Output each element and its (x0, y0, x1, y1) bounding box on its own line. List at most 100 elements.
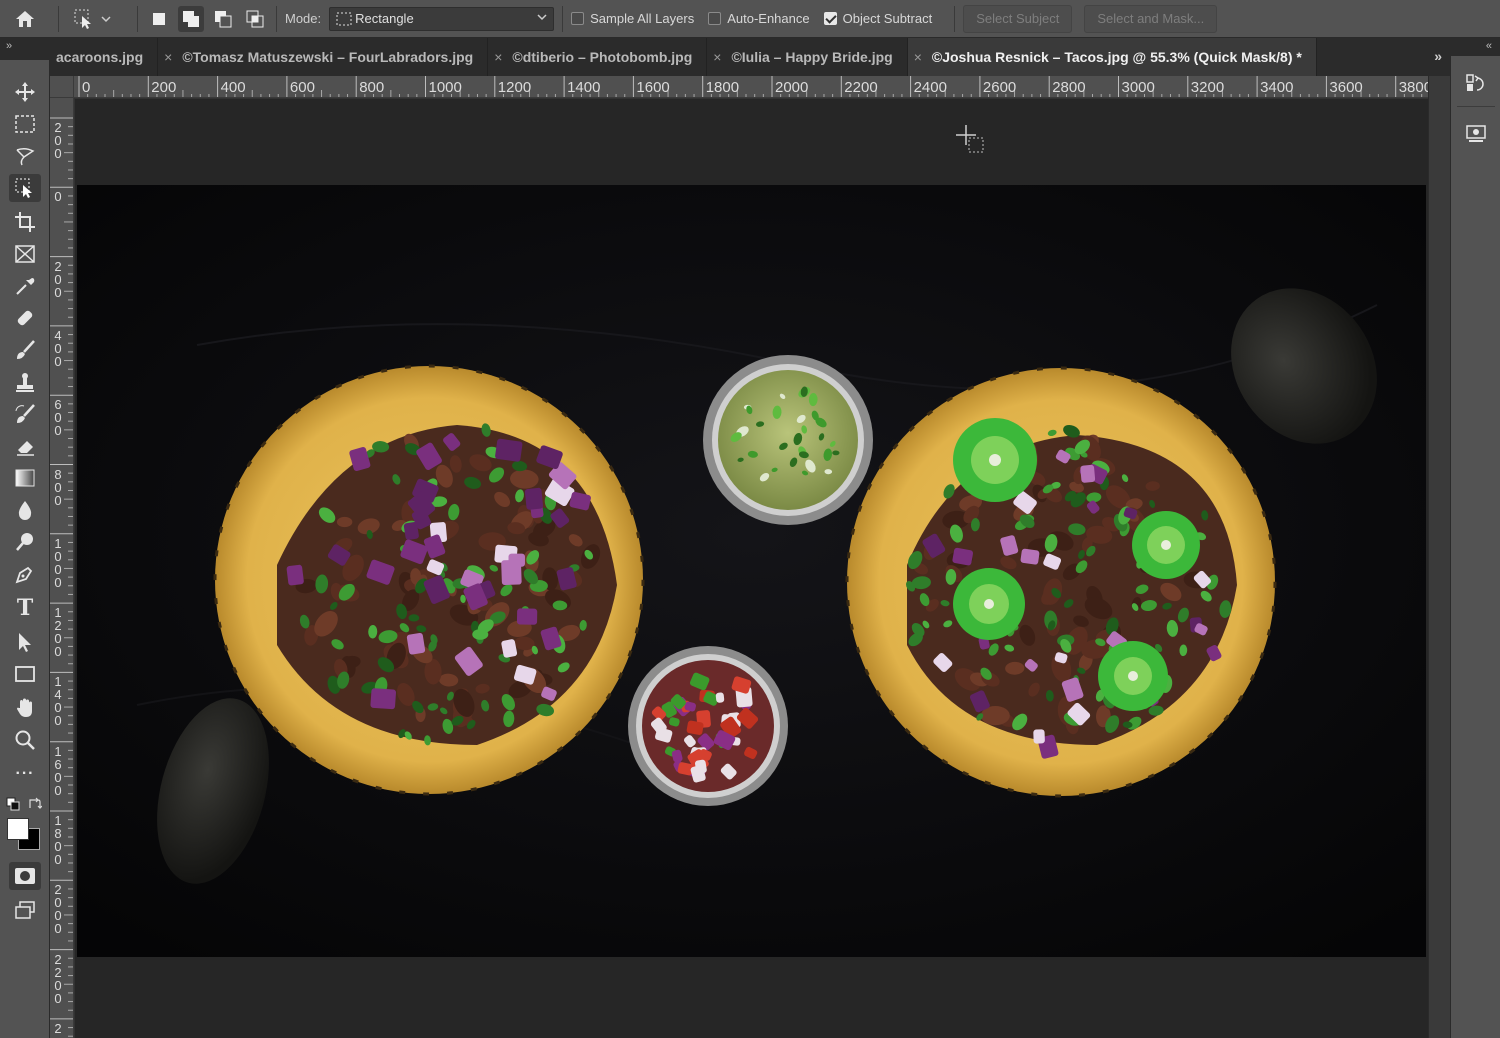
checkbox-box[interactable] (571, 12, 585, 25)
divider (58, 5, 59, 32)
dodge-tool-icon (16, 533, 33, 551)
ruler-label: 600 (289, 79, 315, 96)
document-tab[interactable]: acaroons.jpg (50, 38, 159, 76)
checkbox-box[interactable] (823, 12, 837, 25)
path-selection-tool[interactable] (9, 628, 41, 656)
sample-all-layers-checkbox[interactable]: Sample All Layers (571, 11, 694, 26)
object-selection-tool[interactable] (9, 174, 41, 202)
taco-right (845, 366, 1277, 798)
home-icon (16, 10, 34, 27)
rectangle-tool[interactable] (9, 660, 41, 688)
object-subtract-checkbox[interactable]: Object Subtract (823, 11, 932, 26)
tabs-overflow-icon[interactable]: » (1434, 48, 1442, 64)
clone-stamp-tool[interactable] (9, 368, 41, 396)
document-tab[interactable]: × ©Tomasz Matuszewski – FourLabradors.jpg (158, 38, 489, 76)
rectangle-tool-icon (15, 666, 35, 682)
move-tool[interactable] (9, 78, 41, 106)
document-tab-active[interactable]: × ©Joshua Resnick – Tacos.jpg @ 55.3% (Qu… (907, 38, 1317, 76)
hand-tool-icon (17, 698, 32, 717)
garnish-piece (695, 759, 707, 774)
document-tab[interactable]: × ©dtiberio – Photobomb.jpg (488, 38, 708, 76)
crop-tool-icon (15, 212, 35, 232)
ruler-origin[interactable] (50, 76, 74, 98)
more-tools-icon: ··· (15, 765, 35, 782)
add-to-selection-button[interactable] (178, 5, 204, 32)
canvas-area[interactable] (75, 99, 1428, 1038)
garnish-piece (516, 608, 538, 625)
object-selection-cursor-icon (956, 125, 984, 153)
select-subject-button[interactable]: Select Subject (963, 4, 1073, 33)
new-selection-icon (153, 12, 165, 25)
healing-brush-tool-icon (17, 310, 33, 326)
tab-close-icon[interactable]: × (494, 49, 502, 65)
gradient-tool-icon (15, 469, 35, 487)
home-button[interactable] (0, 0, 50, 38)
subtract-from-selection-button[interactable] (210, 6, 236, 32)
document-tab[interactable]: × ©Iulia – Happy Bride.jpg (707, 38, 908, 76)
tab-close-icon[interactable]: × (914, 49, 922, 65)
left-panel-collapse[interactable]: » (0, 38, 50, 60)
ruler-label: 3200 (1190, 79, 1225, 96)
auto-enhance-checkbox[interactable]: Auto-Enhance (708, 11, 810, 26)
mode-select[interactable]: Rectangle (329, 6, 555, 31)
eraser-tool[interactable] (9, 432, 41, 460)
tab-close-icon[interactable]: × (164, 49, 172, 65)
eyedropper-tool-icon (16, 278, 35, 295)
history-brush-tool[interactable] (9, 400, 41, 428)
quick-mask-icon (15, 868, 35, 884)
brush-tool-icon (17, 340, 35, 359)
pico-de-gallo-bowl (628, 646, 788, 806)
eyedropper-tool[interactable] (9, 272, 41, 300)
chevron-down-icon (537, 13, 547, 20)
ruler-label: 1400 (567, 79, 601, 96)
tab-label: acaroons.jpg (56, 49, 144, 65)
screen-mode-button[interactable] (9, 896, 41, 924)
pen-tool[interactable] (9, 560, 41, 588)
horizontal-ruler[interactable]: 0 200 400 600 800 1000 1200 1400 1600 1800 2000 220… (74, 76, 1428, 98)
new-selection-button[interactable] (146, 6, 172, 32)
libraries-panel-button[interactable] (1463, 120, 1489, 146)
tab-label: ©Joshua Resnick – Tacos.jpg @ 55.3% (Qui… (931, 49, 1302, 65)
vertical-ruler[interactable]: 2000200400600800100012001400160018002000… (50, 98, 74, 1038)
garnish-piece (1020, 548, 1040, 565)
garnish-piece (495, 438, 523, 462)
taco-left (213, 364, 645, 796)
ruler-label: 800 (359, 79, 385, 96)
tool-preset-picker[interactable] (67, 8, 129, 30)
zoom-tool[interactable] (9, 726, 41, 754)
divider (137, 5, 138, 32)
move-tool-icon (15, 82, 35, 102)
quick-mask-button[interactable] (9, 862, 41, 890)
frame-tool-icon (15, 245, 35, 263)
right-panel-collapse[interactable]: « (1450, 38, 1500, 56)
more-tools-button[interactable]: ··· (9, 760, 41, 788)
ruler-label: 0 (82, 79, 91, 96)
healing-brush-tool[interactable] (9, 304, 41, 332)
libraries-panel-icon (1466, 125, 1486, 142)
frame-tool[interactable] (9, 240, 41, 268)
type-tool[interactable]: T (9, 594, 41, 622)
swap-colors-icon[interactable] (28, 797, 42, 811)
tab-label: ©dtiberio – Photobomb.jpg (512, 49, 693, 65)
document-canvas[interactable] (77, 185, 1426, 957)
tab-close-icon[interactable]: × (713, 49, 721, 65)
garnish-piece (370, 688, 396, 710)
intersect-selection-button[interactable] (242, 6, 268, 32)
divider (276, 5, 277, 32)
brush-tool[interactable] (9, 336, 41, 364)
checkbox-box[interactable] (708, 12, 722, 25)
crop-tool[interactable] (9, 208, 41, 236)
marquee-tool-icon (15, 115, 35, 133)
foreground-color-swatch[interactable] (7, 818, 29, 840)
history-panel-button[interactable] (1463, 70, 1489, 96)
gradient-tool[interactable] (9, 464, 41, 492)
hand-tool[interactable] (9, 694, 41, 722)
marquee-tool[interactable] (9, 110, 41, 138)
vertical-scroll-gutter[interactable] (1428, 76, 1450, 1038)
select-and-mask-button[interactable]: Select and Mask... (1084, 4, 1218, 33)
dodge-tool[interactable] (9, 528, 41, 556)
default-colors-icon[interactable] (6, 797, 20, 811)
blur-tool[interactable] (9, 496, 41, 524)
lasso-tool[interactable] (9, 142, 41, 170)
tab-label: ©Tomasz Matuszewski – FourLabradors.jpg (182, 49, 474, 65)
